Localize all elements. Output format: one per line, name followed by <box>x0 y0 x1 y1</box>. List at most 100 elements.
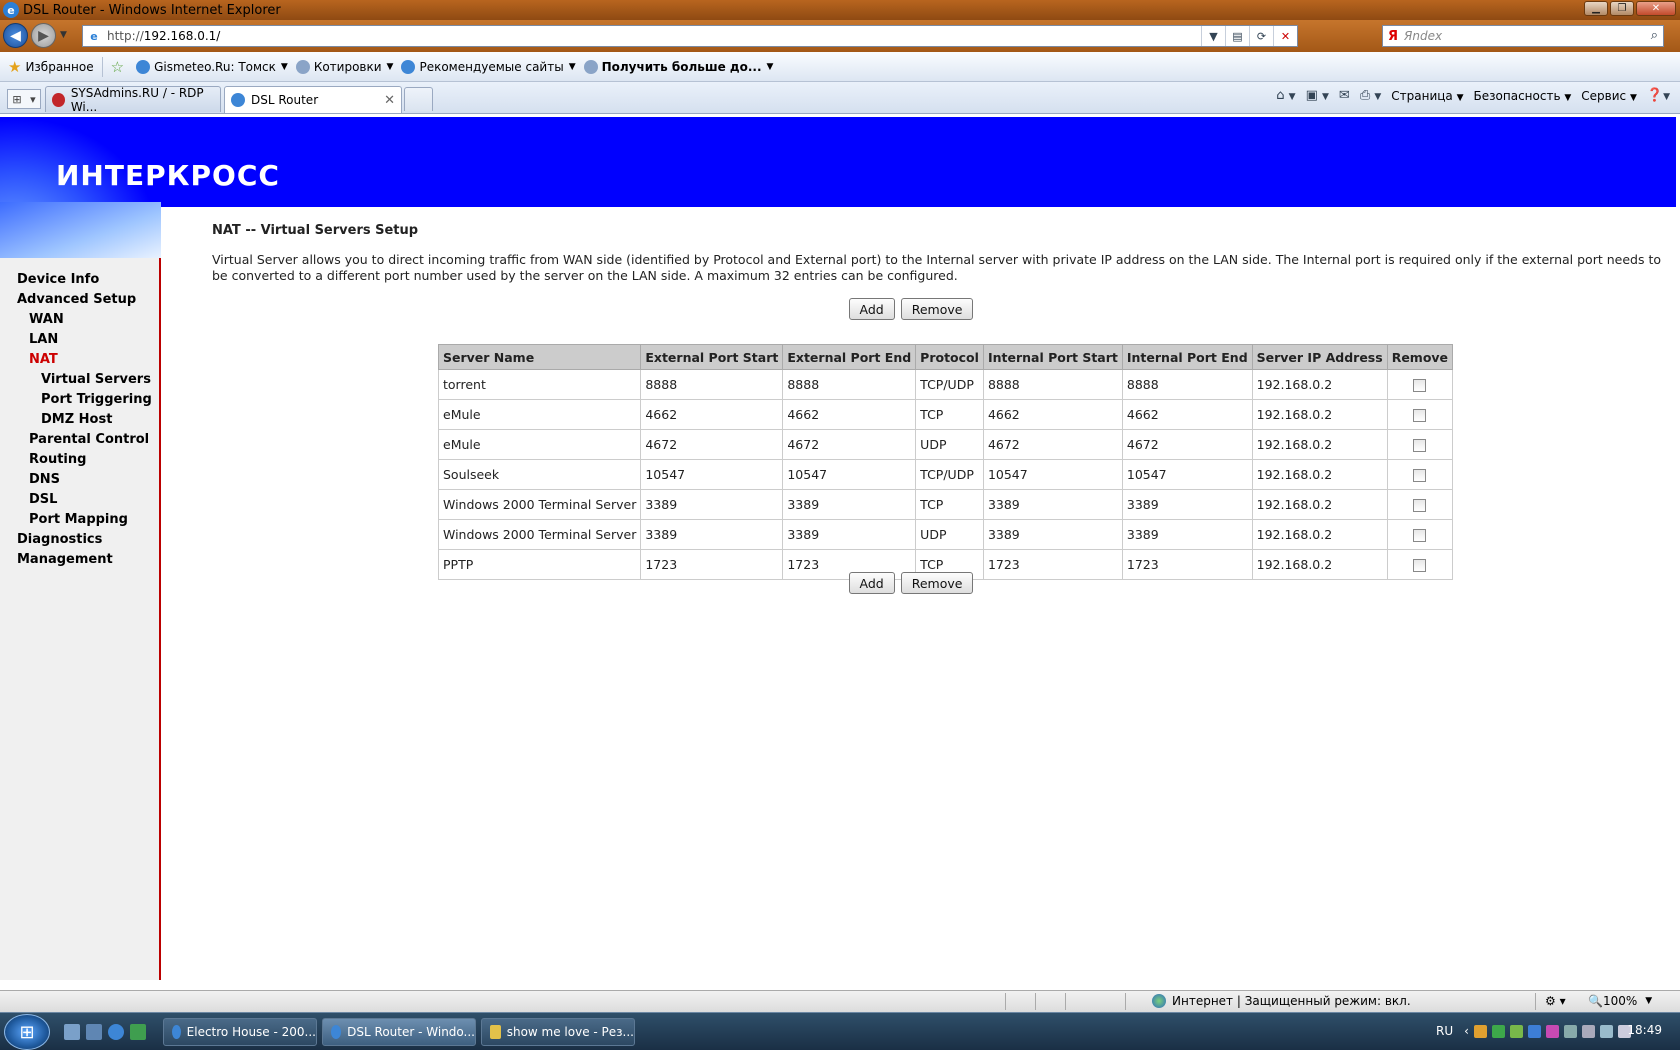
favorite-quotes[interactable]: Котировки ▼ <box>295 59 393 74</box>
feeds-icon[interactable]: ▣ ▼ <box>1306 88 1329 103</box>
tray-icon[interactable] <box>1473 1024 1487 1038</box>
service-menu[interactable]: Сервис ▼ <box>1581 89 1637 103</box>
router-banner: ИНТЕРКРОСС <box>0 117 1676 257</box>
close-button[interactable]: ✕ <box>1636 1 1676 16</box>
settings-icon[interactable]: ⚙ ▾ <box>1545 994 1566 1008</box>
remove-checkbox[interactable] <box>1413 409 1427 422</box>
nav-advanced-setup[interactable]: Advanced Setup <box>0 290 159 310</box>
print-icon[interactable]: ⎙ ▼ <box>1360 88 1381 103</box>
home-icon[interactable]: ⌂ ▼ <box>1276 88 1295 103</box>
start-button[interactable]: ⊞ <box>4 1014 50 1050</box>
tray-icon[interactable] <box>1527 1024 1541 1038</box>
nav-parental-control[interactable]: Parental Control <box>0 430 159 450</box>
minimize-button[interactable]: ▁ <box>1584 1 1608 16</box>
table-cell: 10547 <box>640 459 784 490</box>
security-zone[interactable]: Интернет | Защищенный режим: вкл. <box>1152 994 1411 1008</box>
compatibility-view-icon[interactable]: ▤ <box>1225 26 1249 46</box>
column-header: Remove <box>1386 344 1454 370</box>
tab-sysadmins[interactable]: SYSAdmins.RU / - RDP Wi... <box>45 86 221 114</box>
search-box[interactable]: Я Яndex ⌕ <box>1382 25 1664 47</box>
favorite-suggested-sites[interactable]: Рекомендуемые сайты ▼ <box>401 59 576 74</box>
remove-checkbox[interactable] <box>1413 469 1427 482</box>
favorites-button[interactable]: ★ Избранное <box>8 58 94 76</box>
show-desktop-icon[interactable] <box>64 1024 80 1040</box>
nav-virtual-servers[interactable]: Virtual Servers <box>0 370 159 390</box>
table-header-row: Server Name External Port Start External… <box>437 344 1454 370</box>
add-button[interactable]: Add <box>848 298 895 320</box>
safety-menu-label: Безопасность <box>1473 88 1561 103</box>
taskbar-item[interactable]: show me love - Рез... <box>481 1018 635 1046</box>
address-dropdown-icon[interactable]: ▼ <box>1201 26 1225 46</box>
tray-icon[interactable] <box>1509 1024 1523 1038</box>
maximize-button[interactable]: ❐ <box>1610 1 1634 16</box>
ie-icon[interactable] <box>108 1024 124 1040</box>
page-menu[interactable]: Страница ▼ <box>1391 89 1463 103</box>
chevron-down-icon: ▼ <box>1645 996 1653 1006</box>
safety-menu[interactable]: Безопасность ▼ <box>1474 89 1572 103</box>
chevron-down-icon: ▾ <box>30 92 36 106</box>
new-tab-button[interactable] <box>404 87 433 111</box>
stop-icon[interactable]: ✕ <box>1273 26 1297 46</box>
quick-launch <box>64 1024 146 1040</box>
url-text[interactable]: http://192.168.0.1/ <box>107 29 220 43</box>
nav-wan[interactable]: WAN <box>0 310 159 330</box>
favorite-get-more[interactable]: Получить больше до... ▼ <box>583 59 773 74</box>
column-header: External Port Start <box>640 344 784 370</box>
nav-dmz-host[interactable]: DMZ Host <box>0 410 159 430</box>
nav-dsl[interactable]: DSL <box>0 490 159 510</box>
remove-checkbox[interactable] <box>1413 439 1427 452</box>
nav-routing[interactable]: Routing <box>0 450 159 470</box>
add-favorite-button[interactable]: ☆ <box>111 58 128 76</box>
remove-button[interactable]: Remove <box>900 572 974 594</box>
table-cell: torrent <box>437 369 642 400</box>
ie-icon <box>231 93 245 107</box>
tab-dsl-router[interactable]: DSL Router ✕ <box>224 86 402 113</box>
language-indicator[interactable]: RU <box>1436 1024 1453 1038</box>
back-button[interactable]: ◀ <box>3 23 28 48</box>
zoom-control[interactable]: 🔍 100% ▼ <box>1588 994 1652 1008</box>
nav-management[interactable]: Management <box>0 550 159 570</box>
star-icon: ★ <box>8 57 22 76</box>
tray-icon[interactable] <box>1545 1024 1559 1038</box>
remove-checkbox[interactable] <box>1413 529 1427 542</box>
taskbar-item[interactable]: Electro House - 200... <box>163 1018 317 1046</box>
favorite-gismeteo[interactable]: Gismeteo.Ru: Томск ▼ <box>136 59 288 74</box>
tray-icon[interactable] <box>1491 1024 1505 1038</box>
remove-button[interactable]: Remove <box>900 298 974 320</box>
zoom-icon: 🔍 <box>1588 994 1603 1008</box>
forward-button[interactable]: ▶ <box>31 23 56 48</box>
taskbar-item[interactable]: DSL Router - Windo... <box>322 1018 476 1046</box>
mail-icon[interactable]: ✉ <box>1339 88 1350 103</box>
switch-windows-icon[interactable] <box>86 1024 102 1040</box>
url-host: 192.168.0.1/ <box>143 29 221 43</box>
tray-icon[interactable] <box>1563 1024 1577 1038</box>
nav-port-mapping[interactable]: Port Mapping <box>0 510 159 530</box>
add-button[interactable]: Add <box>848 572 895 594</box>
history-dropdown-icon[interactable]: ▼ <box>60 30 67 40</box>
search-icon[interactable]: ⌕ <box>1651 28 1658 43</box>
refresh-icon[interactable]: ⟳ <box>1249 26 1273 46</box>
nav-port-triggering[interactable]: Port Triggering <box>0 390 159 410</box>
table-cell: 10547 <box>1121 459 1253 490</box>
table-cell: 192.168.0.2 <box>1251 399 1388 430</box>
remove-checkbox[interactable] <box>1413 559 1427 572</box>
network-icon[interactable] <box>1599 1024 1613 1038</box>
nav-nat[interactable]: NAT <box>0 350 159 370</box>
nav-diagnostics[interactable]: Diagnostics <box>0 530 159 550</box>
remove-checkbox[interactable] <box>1413 379 1427 392</box>
top-button-row: Add Remove <box>154 298 1668 320</box>
help-icon[interactable]: ❓▼ <box>1647 88 1670 103</box>
quick-tabs-button[interactable]: ⊞ ▾ <box>7 89 41 109</box>
remove-checkbox[interactable] <box>1413 499 1427 512</box>
table-cell: 192.168.0.2 <box>1251 459 1388 490</box>
nav-lan[interactable]: LAN <box>0 330 159 350</box>
nav-device-info[interactable]: Device Info <box>0 270 159 290</box>
address-field[interactable]: e http://192.168.0.1/ ▼ ▤ ⟳ ✕ <box>82 25 1298 47</box>
chevron-left-icon[interactable]: ‹ <box>1464 1024 1469 1038</box>
spreadsheet-icon[interactable] <box>130 1024 146 1040</box>
table-row: torrent 8888 8888 TCP/UDP 8888 8888 192.168.0.… <box>437 369 1454 400</box>
nav-dns[interactable]: DNS <box>0 470 159 490</box>
close-tab-icon[interactable]: ✕ <box>384 93 395 108</box>
clock[interactable]: 18:49 <box>1627 1023 1662 1037</box>
tray-icon[interactable] <box>1581 1024 1595 1038</box>
